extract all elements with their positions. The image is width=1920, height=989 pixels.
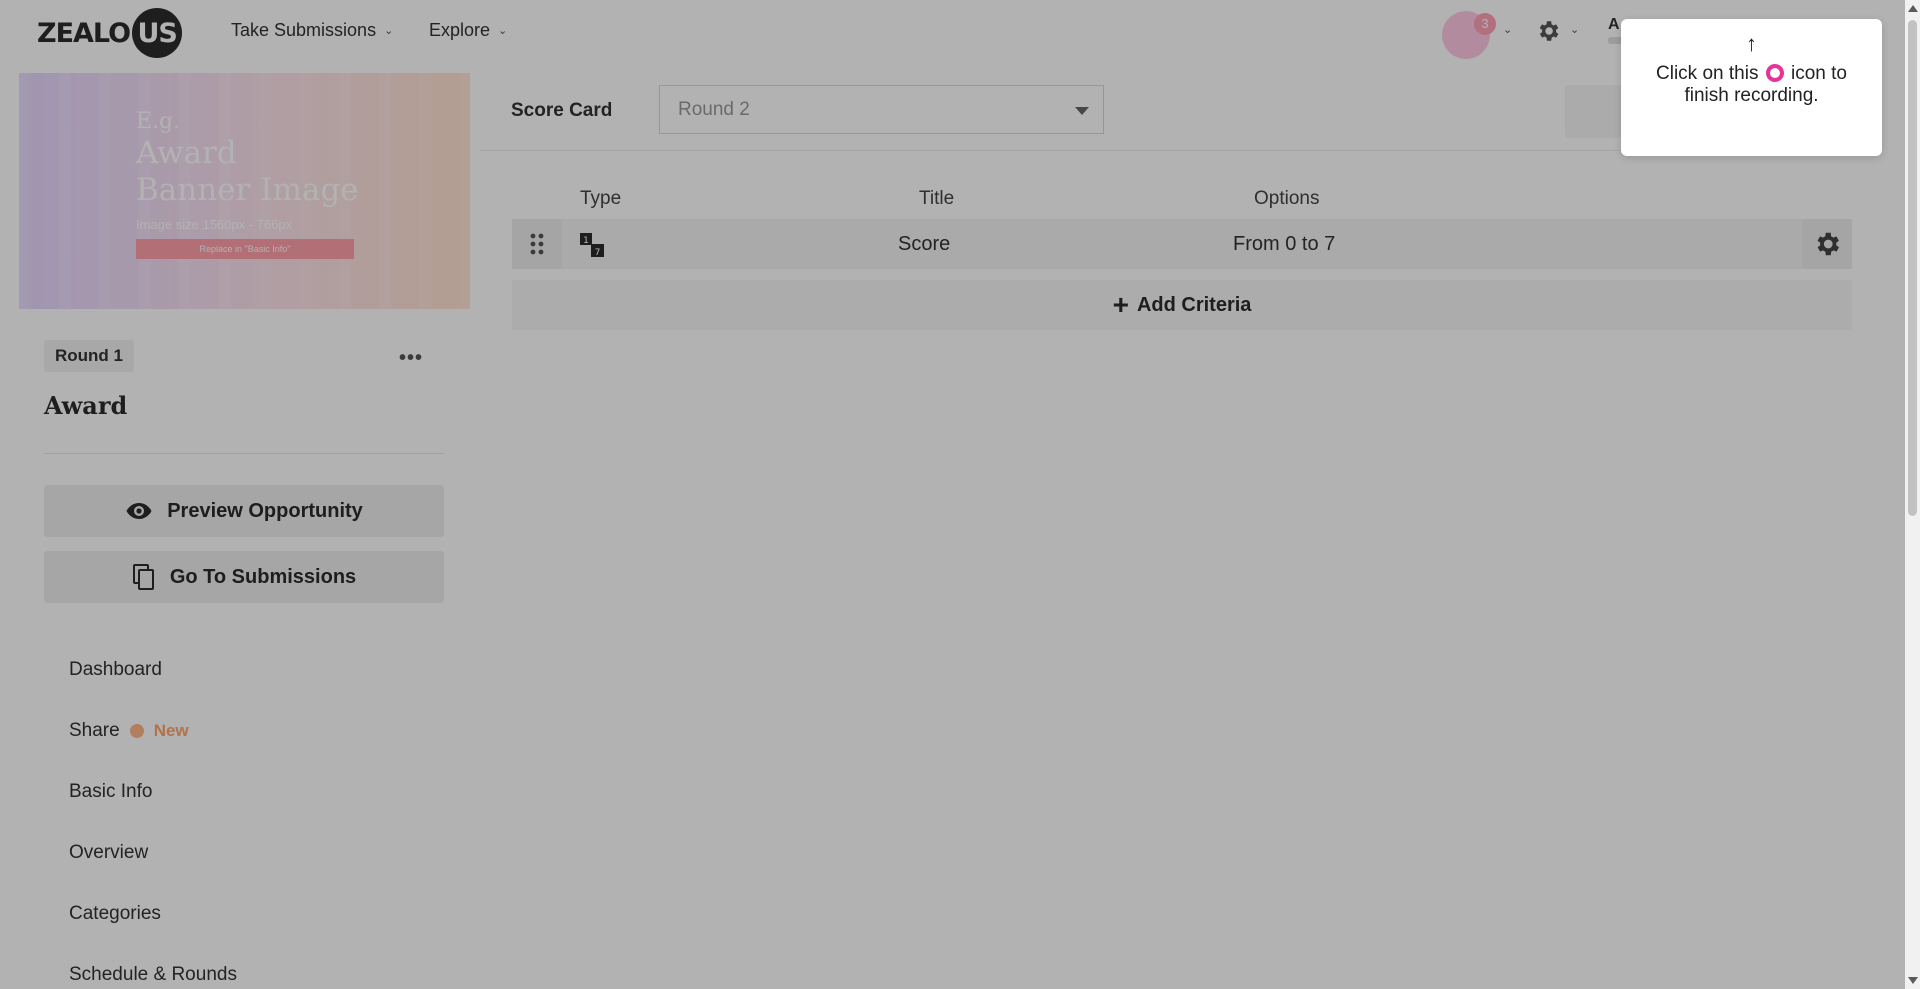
scroll-up-arrow-icon[interactable] <box>1908 5 1918 12</box>
recording-tooltip: ↑ Click on this icon to finish recording… <box>1621 19 1882 156</box>
scroll-thumb[interactable] <box>1908 20 1917 516</box>
tooltip-text: Click on this icon to finish recording. <box>1621 63 1882 107</box>
record-ring-icon <box>1765 64 1784 82</box>
dim-overlay[interactable] <box>0 0 1905 989</box>
arrow-up-icon: ↑ <box>1746 31 1757 56</box>
tooltip-text-before: Click on this <box>1656 63 1759 84</box>
scroll-down-arrow-icon[interactable] <box>1908 977 1918 984</box>
page-scrollbar[interactable] <box>1905 0 1920 989</box>
